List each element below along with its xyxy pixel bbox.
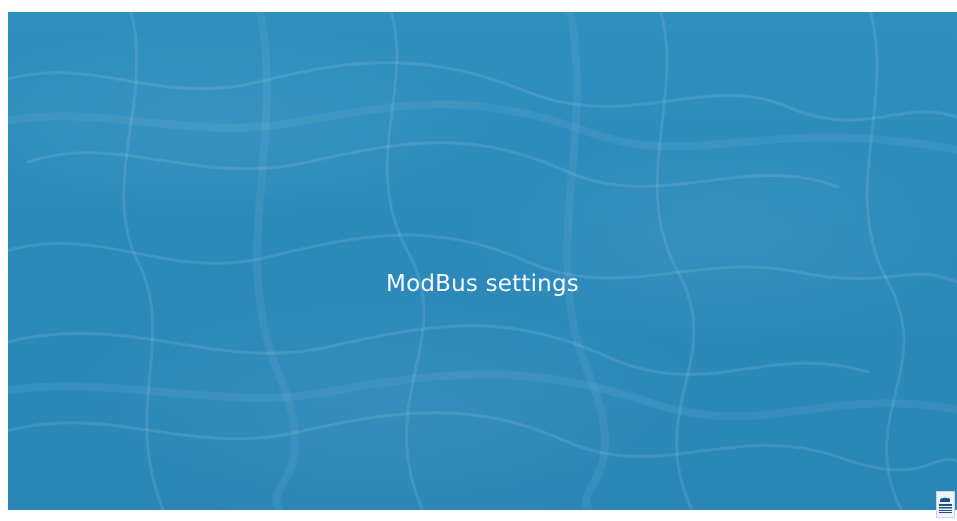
company-logo-mark (939, 496, 952, 513)
water-caustics-background (8, 12, 957, 510)
title-slide: ModBus settings (8, 12, 957, 510)
video-frame: ModBus settings (0, 0, 957, 520)
company-logo-icon (936, 491, 955, 518)
slide-title: ModBus settings (386, 271, 579, 297)
